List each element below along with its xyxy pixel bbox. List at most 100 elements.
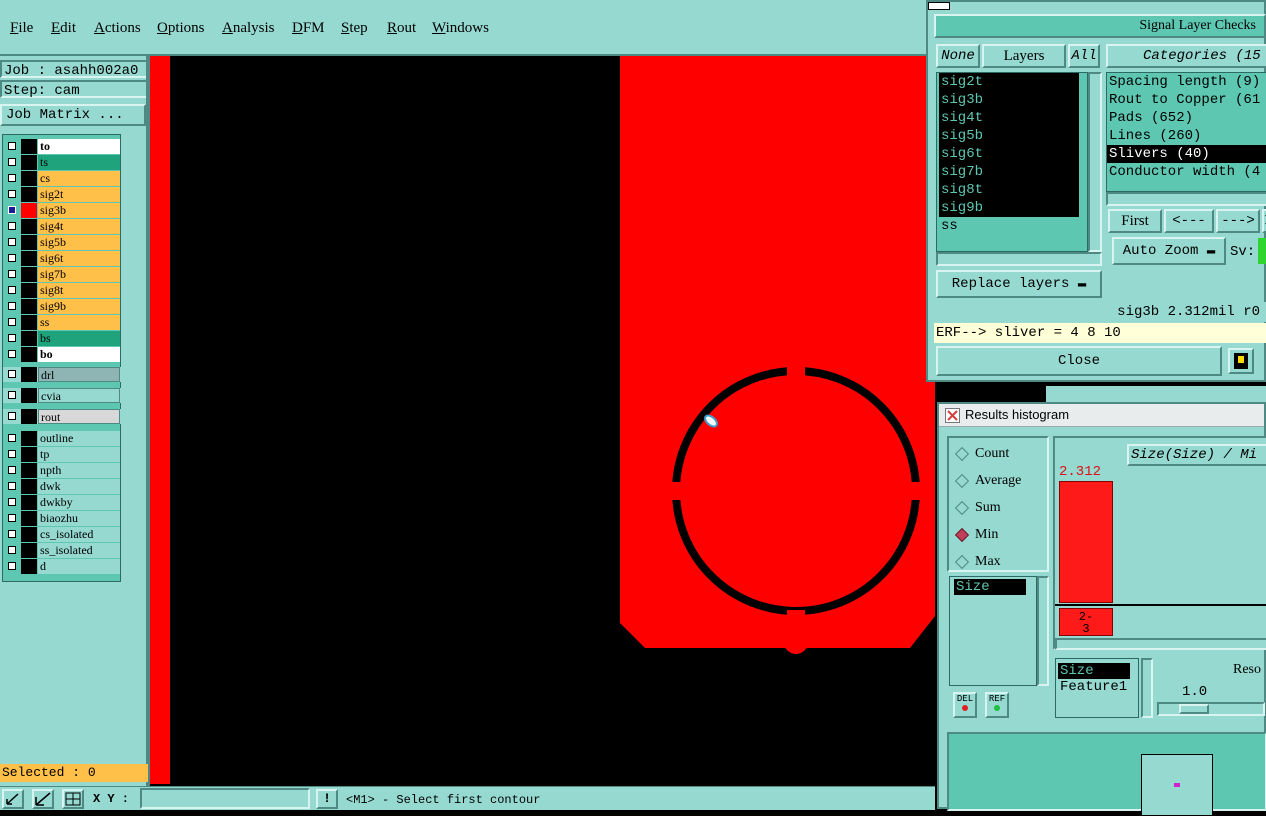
- layer-name[interactable]: sig3b: [38, 203, 120, 218]
- layer-color-swatch[interactable]: [21, 283, 37, 298]
- layer-name[interactable]: biaozhu: [38, 511, 120, 526]
- layer-checkbox[interactable]: [8, 302, 16, 310]
- none-button[interactable]: None: [936, 44, 980, 68]
- layer-name[interactable]: sig2t: [38, 187, 120, 202]
- layer-checkbox[interactable]: [8, 142, 16, 150]
- attribute-item-feature[interactable]: Feature1: [1058, 679, 1136, 695]
- attribute-list[interactable]: Size Feature1: [1055, 658, 1139, 718]
- category-item[interactable]: Slivers (40): [1107, 145, 1266, 163]
- layer-checkbox[interactable]: [8, 318, 16, 326]
- layer-color-swatch[interactable]: [21, 155, 37, 170]
- layer-name[interactable]: cvia: [38, 388, 120, 403]
- layer-color-swatch[interactable]: [21, 495, 37, 510]
- layer-row[interactable]: sig9b: [3, 299, 121, 314]
- grid-icon[interactable]: [62, 789, 84, 809]
- layer-checkbox[interactable]: [8, 482, 16, 490]
- layer-color-swatch[interactable]: [21, 315, 37, 330]
- menu-options[interactable]: Options: [157, 20, 205, 37]
- layer-checkbox[interactable]: [8, 270, 16, 278]
- layer-color-swatch[interactable]: [21, 511, 37, 526]
- attribute-item-size[interactable]: Size: [1058, 663, 1130, 679]
- graphics-canvas[interactable]: [150, 56, 935, 784]
- layer-row[interactable]: sig2t: [3, 187, 121, 202]
- layer-checkbox[interactable]: [8, 206, 16, 214]
- layer-checkbox[interactable]: [8, 158, 16, 166]
- layer-checkbox[interactable]: [8, 514, 16, 522]
- layer-name[interactable]: ts: [38, 155, 120, 170]
- layer-color-swatch[interactable]: [21, 331, 37, 346]
- category-item[interactable]: Conductor width (4: [1107, 163, 1266, 181]
- layer-checkbox[interactable]: [8, 498, 16, 506]
- layer-color-swatch[interactable]: [21, 235, 37, 250]
- layer-name[interactable]: sig7b: [38, 267, 120, 282]
- layer-name[interactable]: to: [38, 139, 120, 154]
- layer-select-item[interactable]: sig4t: [939, 109, 1079, 127]
- layer-checkbox[interactable]: [8, 174, 16, 182]
- category-hscrollbar[interactable]: [1106, 192, 1266, 206]
- layer-checkbox[interactable]: [8, 412, 16, 420]
- category-list[interactable]: Spacing length (9) Rout to Copper (61 Pads…: [1106, 72, 1266, 192]
- layer-color-swatch[interactable]: [21, 299, 37, 314]
- layer-name[interactable]: outline: [38, 431, 120, 446]
- menu-step[interactable]: Step: [341, 20, 368, 37]
- layer-name[interactable]: ss_isolated: [38, 543, 120, 558]
- layer-checkbox[interactable]: [8, 562, 16, 570]
- layer-name[interactable]: cs: [38, 171, 120, 186]
- flag-icon[interactable]: [1228, 348, 1254, 374]
- layer-name[interactable]: sig6t: [38, 251, 120, 266]
- layer-select-item[interactable]: sig6t: [939, 145, 1079, 163]
- layer-checkbox[interactable]: [8, 391, 16, 399]
- layer-select-item[interactable]: sig2t: [939, 73, 1079, 91]
- layer-row[interactable]: rout: [3, 409, 121, 424]
- layers-button[interactable]: Layers: [982, 44, 1066, 68]
- layer-color-swatch[interactable]: [21, 463, 37, 478]
- menu-windows[interactable]: Windows: [432, 20, 489, 37]
- layer-checkbox[interactable]: [8, 350, 16, 358]
- layer-name[interactable]: tp: [38, 447, 120, 462]
- layer-color-swatch[interactable]: [21, 187, 37, 202]
- layer-row[interactable]: cs: [3, 171, 121, 186]
- layer-name[interactable]: dwk: [38, 479, 120, 494]
- menu-rout[interactable]: Rout: [387, 20, 416, 37]
- layer-name[interactable]: bo: [38, 347, 120, 362]
- layer-row[interactable]: npth: [3, 463, 121, 478]
- auto-zoom-menu[interactable]: Auto Zoom ▬: [1112, 237, 1226, 265]
- layer-row[interactable]: bs: [3, 331, 121, 346]
- layer-color-swatch[interactable]: [21, 367, 37, 382]
- layer-row[interactable]: dwkby: [3, 495, 121, 510]
- layer-name[interactable]: dwkby: [38, 495, 120, 510]
- layer-name[interactable]: bs: [38, 331, 120, 346]
- zoom-icon[interactable]: [2, 789, 24, 809]
- layer-row[interactable]: sig6t: [3, 251, 121, 266]
- size-list[interactable]: Size: [949, 576, 1037, 686]
- preview-thumbnail[interactable]: [1141, 754, 1213, 816]
- layer-name[interactable]: ss: [38, 315, 120, 330]
- layer-name[interactable]: npth: [38, 463, 120, 478]
- layer-row[interactable]: ts: [3, 155, 121, 170]
- del-button[interactable]: DEL: [953, 692, 977, 718]
- board-view[interactable]: [150, 56, 935, 784]
- layer-select-item[interactable]: sig9b: [939, 199, 1079, 217]
- layer-color-swatch[interactable]: [21, 479, 37, 494]
- menu-actions[interactable]: Actions: [94, 20, 141, 37]
- layer-row[interactable]: sig3b: [3, 203, 121, 218]
- layer-select-item[interactable]: sig8t: [939, 181, 1079, 199]
- radio-min[interactable]: Min: [954, 527, 998, 543]
- layer-list-hscrollbar[interactable]: [936, 252, 1102, 266]
- layer-color-swatch[interactable]: [21, 267, 37, 282]
- attribute-scrollbar[interactable]: [1141, 658, 1153, 718]
- menu-analysis[interactable]: Analysis: [222, 20, 275, 37]
- menu-edit[interactable]: Edit: [51, 20, 76, 37]
- layer-row[interactable]: ss_isolated: [3, 543, 121, 558]
- layer-color-swatch[interactable]: [21, 388, 37, 403]
- layer-checkbox[interactable]: [8, 190, 16, 198]
- radio-average[interactable]: Average: [954, 473, 1021, 489]
- xy-input[interactable]: [140, 788, 310, 809]
- layer-checkbox[interactable]: [8, 238, 16, 246]
- layer-row[interactable]: outline: [3, 431, 121, 446]
- layer-color-swatch[interactable]: [21, 203, 37, 218]
- layer-checkbox[interactable]: [8, 254, 16, 262]
- layer-row[interactable]: cs_isolated: [3, 527, 121, 542]
- categories-header[interactable]: Categories (15: [1106, 44, 1266, 68]
- measure-icon[interactable]: [32, 789, 54, 809]
